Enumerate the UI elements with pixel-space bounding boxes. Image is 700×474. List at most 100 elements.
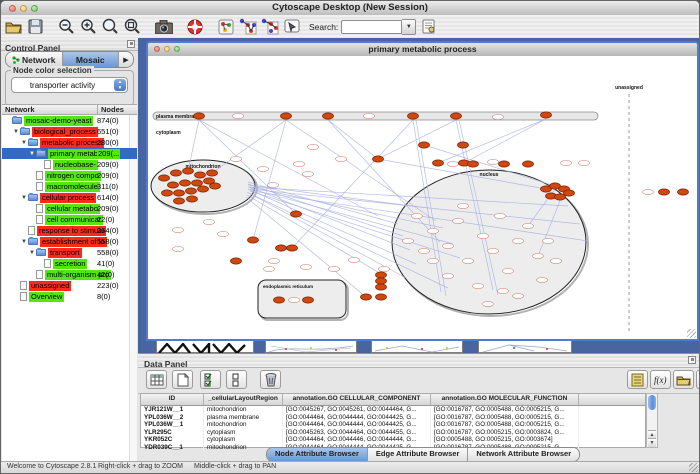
graph-node[interactable] bbox=[499, 161, 510, 167]
graph-node-label[interactable] bbox=[551, 258, 562, 263]
graph-node[interactable] bbox=[174, 190, 185, 196]
graph-node-label[interactable] bbox=[269, 258, 280, 263]
column-header-nodes[interactable]: Nodes bbox=[98, 105, 124, 114]
import-folder-icon[interactable] bbox=[673, 370, 694, 389]
graph-node[interactable] bbox=[451, 113, 462, 119]
table-row[interactable]: YJR121W__1mitochondrion[GO:0045267, GO:0… bbox=[141, 406, 645, 414]
tab-network[interactable]: Network bbox=[6, 52, 63, 67]
graph-node[interactable] bbox=[659, 189, 670, 195]
scrollbar-thumb[interactable] bbox=[648, 395, 656, 410]
layout-alt-icon[interactable] bbox=[260, 17, 279, 36]
background-window-fragment[interactable] bbox=[265, 340, 357, 353]
graph-node-label[interactable] bbox=[478, 233, 489, 238]
column-header[interactable]: annotation.GO MOLECULAR_FUNCTION bbox=[431, 394, 579, 405]
region-nucleus[interactable] bbox=[392, 170, 586, 314]
new-attribute-icon[interactable] bbox=[172, 370, 193, 389]
scroll-down-icon[interactable]: ▼ bbox=[648, 438, 656, 447]
tree-row-biological-process[interactable]: ▼biological_process651(0) bbox=[2, 126, 137, 137]
graph-node[interactable] bbox=[248, 237, 259, 243]
search-input[interactable] bbox=[341, 20, 402, 34]
delete-attribute-icon[interactable] bbox=[260, 370, 281, 389]
graph-node[interactable] bbox=[198, 186, 209, 192]
annotation-icon[interactable] bbox=[282, 17, 301, 36]
zoom-fit-icon[interactable] bbox=[123, 17, 142, 36]
zoom-out-icon[interactable] bbox=[57, 17, 76, 36]
tree-row-cellular-metabo[interactable]: cellular metabo209(0) bbox=[2, 203, 137, 214]
graph-node[interactable] bbox=[174, 198, 185, 204]
graph-edge[interactable] bbox=[253, 120, 286, 240]
graph-edge[interactable] bbox=[249, 187, 410, 250]
graph-node[interactable] bbox=[291, 211, 302, 217]
graph-node-label[interactable] bbox=[643, 189, 654, 194]
graph-node[interactable] bbox=[468, 161, 479, 167]
graph-node-label[interactable] bbox=[403, 238, 414, 243]
tree-row-overview[interactable]: Overview8(0) bbox=[2, 291, 137, 302]
graph-node-label[interactable] bbox=[204, 219, 215, 224]
graph-node-label[interactable] bbox=[264, 266, 275, 271]
tab-node-attribute-browser[interactable]: Node Attribute Browser bbox=[267, 448, 368, 461]
column-header-network[interactable]: Network bbox=[2, 105, 98, 114]
graph-node[interactable] bbox=[210, 183, 221, 189]
select-all-attributes-icon[interactable] bbox=[200, 370, 221, 389]
zoom-in-icon[interactable] bbox=[79, 17, 98, 36]
graph-node-label[interactable] bbox=[443, 273, 454, 278]
tree-row-metabolic-process[interactable]: ▼metabolic process280(0) bbox=[2, 137, 137, 148]
graph-node[interactable] bbox=[408, 113, 419, 119]
table-row[interactable]: YPL036W__2plasma membrane[GO:0044464, GO… bbox=[141, 414, 645, 422]
graph-node-label[interactable] bbox=[443, 243, 454, 248]
function-builder-icon[interactable]: f(x) bbox=[650, 370, 671, 389]
tree-row-cellular-process[interactable]: ▼cellular process614(0) bbox=[2, 192, 137, 203]
graph-node[interactable] bbox=[231, 258, 242, 264]
graph-node[interactable] bbox=[564, 190, 575, 196]
tree-row-secretion[interactable]: secretion41(0) bbox=[2, 258, 137, 269]
disclosure-triangle-icon[interactable]: ▼ bbox=[12, 129, 20, 135]
graph-node-label[interactable] bbox=[503, 268, 514, 273]
view-resize-grip[interactable] bbox=[687, 329, 696, 338]
graph-node-label[interactable] bbox=[308, 144, 319, 149]
graph-node-label[interactable] bbox=[231, 156, 242, 161]
graph-node-label[interactable] bbox=[336, 156, 347, 161]
graph-node-label[interactable] bbox=[453, 218, 464, 223]
disclosure-triangle-icon[interactable]: ▼ bbox=[20, 239, 28, 245]
attribute-table-icon[interactable] bbox=[146, 370, 167, 389]
list-icon[interactable] bbox=[627, 370, 648, 389]
background-window-fragment[interactable] bbox=[478, 340, 572, 353]
graph-node[interactable] bbox=[171, 170, 182, 176]
float-panel-icon[interactable] bbox=[688, 356, 696, 364]
graph-node-label[interactable] bbox=[379, 266, 390, 271]
graph-node-label[interactable] bbox=[463, 258, 474, 263]
graph-node[interactable] bbox=[187, 196, 198, 202]
float-panel-icon[interactable] bbox=[127, 40, 135, 48]
graph-node-label[interactable] bbox=[483, 301, 494, 306]
graph-node-label[interactable] bbox=[412, 213, 423, 218]
graph-node-label[interactable] bbox=[513, 293, 524, 298]
tab-overflow-arrow-icon[interactable]: ▶ bbox=[119, 52, 133, 67]
save-icon[interactable] bbox=[26, 17, 45, 36]
disclosure-triangle-icon[interactable]: ▼ bbox=[20, 195, 28, 201]
node-color-dropdown[interactable]: transporter activity ▲▼ bbox=[11, 77, 128, 93]
graph-node-label[interactable] bbox=[448, 161, 459, 166]
graph-node-label[interactable] bbox=[419, 248, 430, 253]
region-plasma-membrane[interactable] bbox=[153, 112, 598, 120]
disclosure-triangle-icon[interactable]: ▼ bbox=[28, 151, 36, 157]
zoom-selected-icon[interactable] bbox=[101, 17, 120, 36]
graph-node-label[interactable] bbox=[488, 248, 499, 253]
graph-node[interactable] bbox=[419, 142, 430, 148]
search-dropdown-arrow-icon[interactable]: ▼ bbox=[402, 19, 416, 35]
graph-node-label[interactable] bbox=[579, 160, 590, 165]
graph-node-label[interactable] bbox=[523, 223, 534, 228]
graph-edge[interactable] bbox=[247, 192, 406, 278]
tree-row-primary-metabo[interactable]: ▼primary metabo209(... bbox=[2, 148, 137, 159]
column-header[interactable]: _cellularLayoutRegion bbox=[204, 394, 283, 405]
network-canvas[interactable]: plasma membranecytoplasmmitochondrionnuc… bbox=[148, 56, 697, 339]
graph-node[interactable] bbox=[376, 278, 387, 284]
graph-node-label[interactable] bbox=[428, 228, 439, 233]
graph-node[interactable] bbox=[159, 175, 170, 181]
graph-edge[interactable] bbox=[438, 119, 546, 163]
graph-node-label[interactable] bbox=[268, 182, 279, 187]
graph-node[interactable] bbox=[207, 170, 218, 176]
graph-node-label[interactable] bbox=[329, 266, 340, 271]
graph-edge[interactable] bbox=[248, 189, 416, 264]
graph-node[interactable] bbox=[458, 142, 469, 148]
graph-node[interactable] bbox=[194, 113, 205, 119]
